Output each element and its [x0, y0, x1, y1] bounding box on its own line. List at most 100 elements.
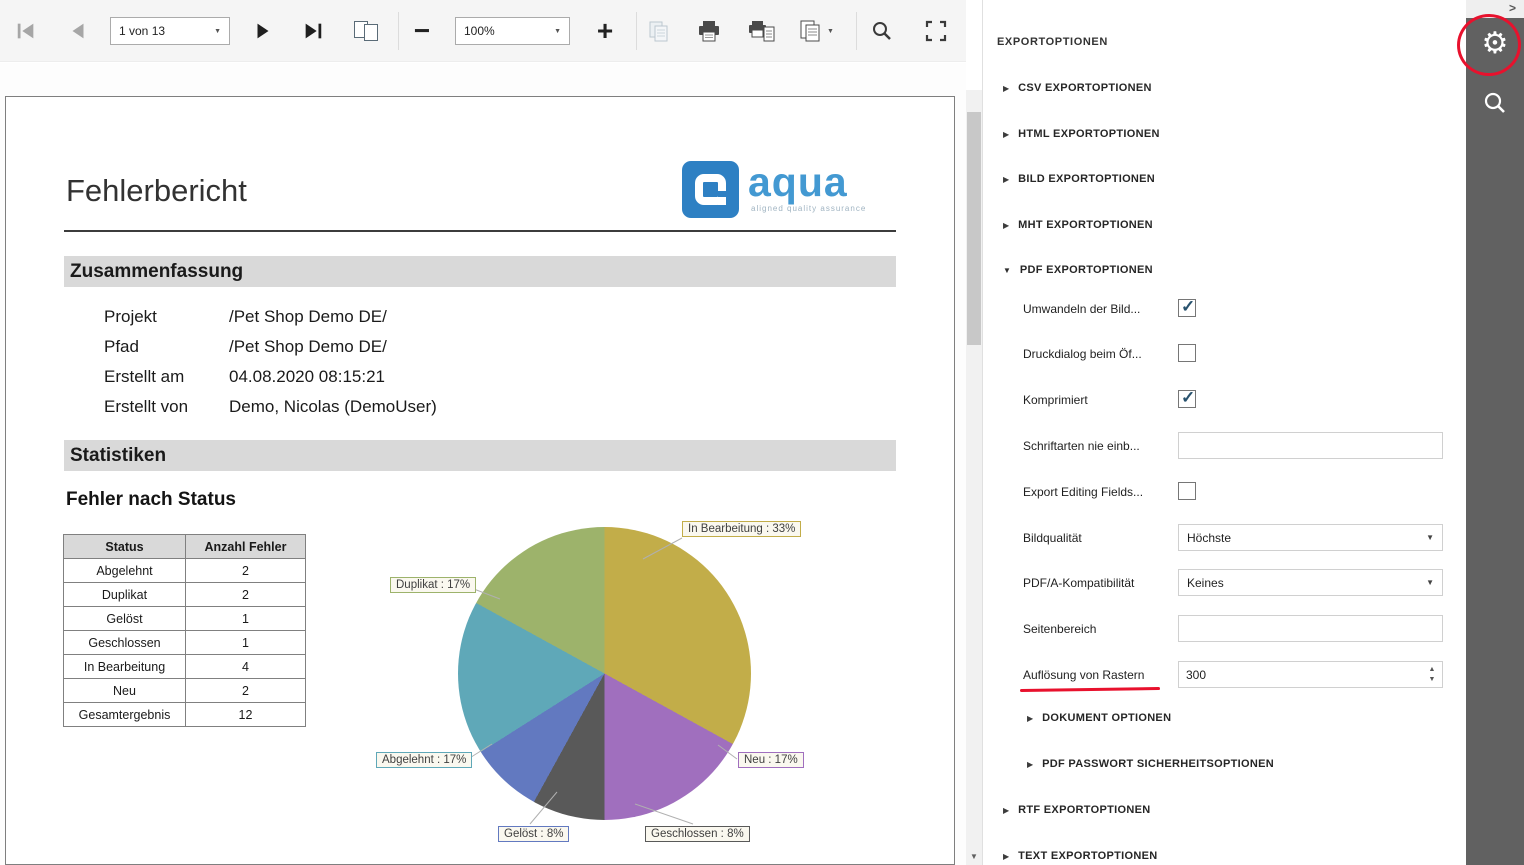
- page-number-value: 1 von 13: [119, 24, 165, 38]
- summary-section-heading: Zusammenfassung: [64, 256, 896, 287]
- zoom-level-value: 100%: [464, 24, 495, 38]
- section-rtf-exportoptionen[interactable]: ▶ RTF EXPORTOPTIONEN: [1003, 804, 1150, 816]
- document-scrollbar: ▲ ▼: [966, 62, 982, 865]
- print-page-button[interactable]: [744, 16, 780, 46]
- option-row: Komprimiert: [1023, 385, 1445, 415]
- search-button[interactable]: [866, 16, 898, 46]
- section-label: DOKUMENT OPTIONEN: [1042, 712, 1171, 724]
- fullscreen-icon: [924, 19, 948, 43]
- option-row: PDF/A-Kompatibilität Keines ▼: [1023, 568, 1445, 598]
- section-pdf-passwort-sicherheitsoptionen[interactable]: ▶ PDF PASSWORT SICHERHEITSOPTIONEN: [1027, 758, 1274, 770]
- option-row: Export Editing Fields...: [1023, 477, 1445, 507]
- aufloesung-input[interactable]: [1179, 662, 1417, 687]
- caret-down-icon: ▼: [554, 28, 561, 35]
- cell-count: 2: [186, 583, 306, 607]
- chart-heading: Fehler nach Status: [66, 489, 236, 511]
- field-label: Pfad: [104, 337, 139, 357]
- zoom-out-button[interactable]: −: [406, 16, 438, 46]
- option-label: Bildqualität: [1023, 531, 1082, 545]
- table-row: Geschlossen1: [64, 631, 306, 655]
- next-page-icon: [251, 20, 275, 42]
- field-value: /Pet Shop Demo DE/: [229, 307, 387, 327]
- option-row: Umwandeln der Bild...: [1023, 294, 1445, 324]
- option-label: PDF/A-Kompatibilität: [1023, 576, 1134, 590]
- previous-page-button[interactable]: [62, 16, 94, 46]
- first-page-button[interactable]: [10, 16, 42, 46]
- section-dokument-optionen[interactable]: ▶ DOKUMENT OPTIONEN: [1027, 712, 1171, 724]
- section-label: HTML EXPORTOPTIONEN: [1018, 128, 1160, 140]
- viewer-toolbar: 1 von 13 ▼ − 100% ▼ +: [0, 0, 966, 62]
- zoom-level-select[interactable]: 100% ▼: [455, 17, 570, 45]
- panel-title: EXPORTOPTIONEN: [997, 36, 1108, 48]
- table-row: Neu2: [64, 679, 306, 703]
- collapse-panel-chevron-icon[interactable]: >: [1509, 1, 1516, 15]
- sidebar-search-button[interactable]: [1482, 90, 1508, 121]
- option-row: Bildqualität Höchste ▼: [1023, 523, 1445, 553]
- aqua-logo-tagline: aligned quality assurance: [751, 204, 866, 213]
- zoom-in-button[interactable]: +: [589, 16, 621, 46]
- report-viewer-window: 1 von 13 ▼ − 100% ▼ +: [0, 0, 1524, 865]
- cell-status: Neu: [64, 679, 186, 703]
- checkbox-druckdialog[interactable]: [1178, 344, 1196, 362]
- pdfa-kompatibilitaet-select[interactable]: Keines ▼: [1178, 569, 1443, 596]
- section-bild-exportoptionen[interactable]: ▶ BILD EXPORTOPTIONEN: [1003, 173, 1155, 185]
- pie-label-geloest: Gelöst : 8%: [498, 826, 569, 842]
- checkbox-umwandeln-der-bild[interactable]: [1178, 299, 1196, 317]
- chevron-right-icon: ▶: [1003, 84, 1009, 93]
- caret-down-icon: ▼: [1426, 578, 1434, 587]
- export-document-icon: [798, 19, 824, 43]
- copy-button-disabled[interactable]: [643, 16, 675, 46]
- section-mht-exportoptionen[interactable]: ▶ MHT EXPORTOPTIONEN: [1003, 219, 1153, 231]
- cell-status: In Bearbeitung: [64, 655, 186, 679]
- field-value: Demo, Nicolas (DemoUser): [229, 397, 437, 417]
- section-label: CSV EXPORTOPTIONEN: [1018, 82, 1152, 94]
- chevron-right-icon: ▶: [1003, 130, 1009, 139]
- scroll-down-button[interactable]: ▼: [966, 848, 982, 865]
- multiple-pages-icon: [353, 20, 380, 43]
- zoom-in-icon: +: [597, 17, 613, 45]
- zoom-out-icon: −: [414, 17, 430, 45]
- last-page-icon: [301, 20, 325, 42]
- checkbox-export-editing-fields[interactable]: [1178, 482, 1196, 500]
- export-options-panel: EXPORTOPTIONEN ▶ CSV EXPORTOPTIONEN ▶ HT…: [982, 0, 1466, 865]
- option-label: Umwandeln der Bild...: [1023, 302, 1140, 316]
- fullscreen-button[interactable]: [920, 16, 952, 46]
- section-csv-exportoptionen[interactable]: ▶ CSV EXPORTOPTIONEN: [1003, 82, 1152, 94]
- print-button[interactable]: [693, 16, 725, 46]
- page-number-select[interactable]: 1 von 13 ▼: [110, 17, 230, 45]
- section-label: BILD EXPORTOPTIONEN: [1018, 173, 1155, 185]
- cell-status: Gesamtergebnis: [64, 703, 186, 727]
- option-label: Schriftarten nie einb...: [1023, 439, 1140, 453]
- aqua-logo-mark: [682, 161, 739, 218]
- bildqualitaet-select[interactable]: Höchste ▼: [1178, 524, 1443, 551]
- section-text-exportoptionen[interactable]: ▶ TEXT EXPORTOPTIONEN: [1003, 850, 1158, 862]
- multiple-pages-button[interactable]: [346, 16, 386, 46]
- settings-gear-icon[interactable]: ⚙: [1466, 26, 1524, 61]
- toolbar-separator: [636, 12, 637, 50]
- next-page-button[interactable]: [247, 16, 279, 46]
- toolbar-separator: [856, 12, 857, 50]
- toolbar-separator: [398, 12, 399, 50]
- spinner-down-icon[interactable]: ▼: [1426, 674, 1438, 685]
- section-html-exportoptionen[interactable]: ▶ HTML EXPORTOPTIONEN: [1003, 128, 1160, 140]
- cell-status: Geschlossen: [64, 631, 186, 655]
- pie-label-geschlossen: Geschlossen : 8%: [645, 826, 750, 842]
- export-document-button[interactable]: ▼: [792, 16, 840, 46]
- cell-status: Duplikat: [64, 583, 186, 607]
- section-pdf-exportoptionen[interactable]: ▼ PDF EXPORTOPTIONEN: [1003, 264, 1153, 276]
- field-label: Erstellt von: [104, 397, 188, 417]
- option-row: Seitenbereich: [1023, 614, 1445, 644]
- seitenbereich-input[interactable]: [1178, 615, 1443, 642]
- last-page-button[interactable]: [297, 16, 329, 46]
- status-table: Status Anzahl Fehler Abgelehnt2 Duplikat…: [63, 534, 306, 727]
- scrollbar-thumb[interactable]: [967, 112, 981, 345]
- cell-count: 2: [186, 679, 306, 703]
- section-label: PDF EXPORTOPTIONEN: [1020, 264, 1153, 276]
- status-pie-chart: [458, 527, 751, 820]
- section-label: MHT EXPORTOPTIONEN: [1018, 219, 1153, 231]
- option-row: Druckdialog beim Öf...: [1023, 339, 1445, 369]
- checkbox-komprimiert[interactable]: [1178, 390, 1196, 408]
- statistics-section-heading: Statistiken: [64, 440, 896, 471]
- table-header-row: Status Anzahl Fehler: [64, 535, 306, 559]
- schriftarten-input[interactable]: [1178, 432, 1443, 459]
